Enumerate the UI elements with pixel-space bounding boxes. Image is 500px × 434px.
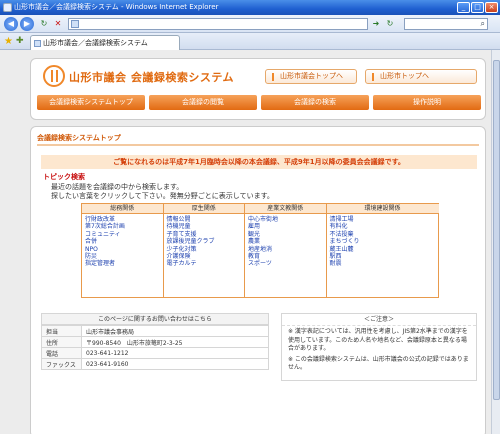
nav-search[interactable]: 会議録の検索 xyxy=(261,95,369,110)
table-row: ファックス 023-641-9160 xyxy=(41,358,269,370)
topic-link[interactable]: 待機児童 xyxy=(167,223,245,230)
contact-key: 担当 xyxy=(41,325,82,337)
topic-link[interactable]: 雇用 xyxy=(248,223,326,230)
contact-heading: このページに関するお問い合わせはこちら xyxy=(41,313,269,325)
topic-link[interactable]: 駅西 xyxy=(330,253,439,260)
topic-column-heading: 環境建設関係 xyxy=(326,204,439,214)
contact-value: 〒990-8540 山形市旅篭町2-3-25 xyxy=(81,336,269,348)
nav-help[interactable]: 操作説明 xyxy=(373,95,481,110)
topic-column: 環境建設関係 清掃工場 有料化 不法投棄 まちづくり 蔵王山麓 駅西 耐震 xyxy=(326,204,439,297)
table-row: 担当 山形市議会事務局 xyxy=(41,325,269,337)
contact-key: 住所 xyxy=(41,336,82,348)
topic-link[interactable]: 合併 xyxy=(85,238,163,245)
window-controls: _ □ × xyxy=(457,2,498,13)
page-icon xyxy=(34,40,41,47)
topic-link[interactable]: 蔵王山麓 xyxy=(330,246,439,253)
add-favorite-icon[interactable]: ✚ xyxy=(16,36,24,46)
page-viewport: 山形市議会 会議録検索システム 山形市議会トップへ 山形市トップへ 会議録検索シ… xyxy=(0,50,500,434)
topic-link[interactable]: 耐震 xyxy=(330,260,439,267)
window-titlebar: 山形市議会／会議録検索システム - Windows Internet Explo… xyxy=(0,0,500,15)
topic-link[interactable]: 指定管理者 xyxy=(85,260,163,267)
back-arrow-icon[interactable]: ◀ xyxy=(4,17,18,31)
vertical-scrollbar[interactable] xyxy=(491,50,500,434)
refresh-icon[interactable]: ↻ xyxy=(38,18,50,30)
go-icon[interactable]: ➜ xyxy=(370,18,382,30)
address-bar: ◀ ▶ ↻ ✕ ➜ ↻ ⌕ xyxy=(0,15,500,33)
ie-icon xyxy=(3,3,12,12)
minimize-button[interactable]: _ xyxy=(457,2,470,13)
maximize-button[interactable]: □ xyxy=(471,2,484,13)
topic-link[interactable]: 少子化対策 xyxy=(167,246,245,253)
table-row: 住所 〒990-8540 山形市旅篭町2-3-25 xyxy=(41,336,269,348)
caution-text: ※ この会議録検索システムは、山形市議会の公式の記録ではありません。 xyxy=(288,355,469,372)
topic-column: 総務関係 行財政改革 第7次総合計画 コミュニティ 合併 NPO 防災 指定管理… xyxy=(82,204,164,297)
forward-arrow-icon[interactable]: ▶ xyxy=(20,17,34,31)
topic-column-heading: 総務関係 xyxy=(82,204,163,214)
contact-key: ファックス xyxy=(41,358,82,370)
topic-table: 総務関係 行財政改革 第7次総合計画 コミュニティ 合併 NPO 防災 指定管理… xyxy=(81,203,439,298)
topic-search-heading: トピック検索 xyxy=(43,173,85,181)
topic-column: 産業文教関係 中心市街地 雇用 観光 農業 地産地消 教育 スポーツ xyxy=(245,204,327,297)
search-icon[interactable]: ⌕ xyxy=(481,19,485,29)
contact-box: このページに関するお問い合わせはこちら 担当 山形市議会事務局 住所 〒990-85… xyxy=(41,313,269,370)
contact-value: 023-641-1212 xyxy=(81,347,269,359)
contact-table: 担当 山形市議会事務局 住所 〒990-8540 山形市旅篭町2-3-25 電話 02… xyxy=(41,325,269,370)
topic-instruction: 探したい言葉をクリックして下さい。発無分野ごとに表示しています。 xyxy=(51,192,274,200)
close-button[interactable]: × xyxy=(485,2,498,13)
bar-icon xyxy=(372,73,374,81)
topic-link[interactable]: 第7次総合計画 xyxy=(85,223,163,230)
nav-system-top[interactable]: 会議録検索システムトップ xyxy=(37,95,145,110)
contact-value: 023-641-9160 xyxy=(81,358,269,370)
tab-row: ★ ✚ 山形市議会／会議録検索システム xyxy=(0,33,500,50)
topic-column: 厚生関係 情報公開 待機児童 子育て支援 放課後児童クラブ 少子化対策 介護保険… xyxy=(163,204,245,297)
page-title: 会議録検索システムトップ xyxy=(37,134,121,142)
site-header: 山形市議会 会議録検索システム 山形市議会トップへ 山形市トップへ 会議録検索シ… xyxy=(30,58,486,120)
table-row: 電話 023-641-1212 xyxy=(41,347,269,359)
nav-browse[interactable]: 会議録の閲覧 xyxy=(149,95,257,110)
search-input[interactable]: ⌕ xyxy=(404,18,488,30)
window-title: 山形市議会／会議録検索システム - Windows Internet Explo… xyxy=(14,3,219,11)
city-top-link-label: 山形市トップへ xyxy=(380,72,429,80)
topic-link[interactable]: 地産地消 xyxy=(248,246,326,253)
topic-link[interactable]: 放課後児童クラブ xyxy=(167,238,245,245)
title-divider xyxy=(37,144,479,146)
main-panel: 会議録検索システムトップ ご覧になれるのは平成7年1月臨時会以降の本会議録、平成… xyxy=(30,126,486,434)
topic-link[interactable]: スポーツ xyxy=(248,260,326,267)
caution-box: ＜ご注意＞ ※ 漢字表記については、汎用性を考慮し、JIS第2水準までの漢字を使… xyxy=(281,313,477,381)
refresh-icon[interactable]: ↻ xyxy=(384,18,396,30)
url-input[interactable] xyxy=(68,18,368,30)
availability-notice: ご覧になれるのは平成7年1月臨時会以降の本会議録、平成9年1月以降の委員会会議録… xyxy=(41,155,477,169)
favorites-star-icon[interactable]: ★ xyxy=(4,36,13,47)
caution-text: ※ 漢字表記については、汎用性を考慮し、JIS第2水準までの漢字を使用しています… xyxy=(288,328,468,352)
council-top-link-label: 山形市議会トップへ xyxy=(280,72,343,80)
topic-link[interactable]: まちづくり xyxy=(330,238,439,245)
bar-icon xyxy=(272,73,274,81)
topic-link[interactable]: 電子カルテ xyxy=(167,260,245,267)
contact-value: 山形市議会事務局 xyxy=(81,325,269,337)
topic-column-heading: 産業文教関係 xyxy=(245,204,326,214)
topic-link[interactable]: NPO xyxy=(85,246,163,253)
topic-link[interactable]: 農業 xyxy=(248,238,326,245)
tab-label: 山形市議会／会議録検索システム xyxy=(43,39,148,47)
caution-heading: ＜ご注意＞ xyxy=(282,314,476,326)
city-emblem-icon xyxy=(43,65,65,87)
scroll-thumb[interactable] xyxy=(493,60,500,400)
city-top-link[interactable]: 山形市トップへ xyxy=(365,69,477,84)
browser-tab[interactable]: 山形市議会／会議録検索システム xyxy=(30,35,180,50)
topic-link[interactable]: 介護保険 xyxy=(167,253,245,260)
council-top-link[interactable]: 山形市議会トップへ xyxy=(265,69,357,84)
contact-key: 電話 xyxy=(41,347,82,359)
site-title: 山形市議会 会議録検索システム xyxy=(69,71,234,84)
topic-link[interactable]: 有料化 xyxy=(330,223,439,230)
topic-column-heading: 厚生関係 xyxy=(163,204,244,214)
page-icon xyxy=(71,20,79,28)
stop-icon[interactable]: ✕ xyxy=(52,18,64,30)
main-nav: 会議録検索システムトップ 会議録の閲覧 会議録の検索 操作説明 xyxy=(37,95,481,110)
